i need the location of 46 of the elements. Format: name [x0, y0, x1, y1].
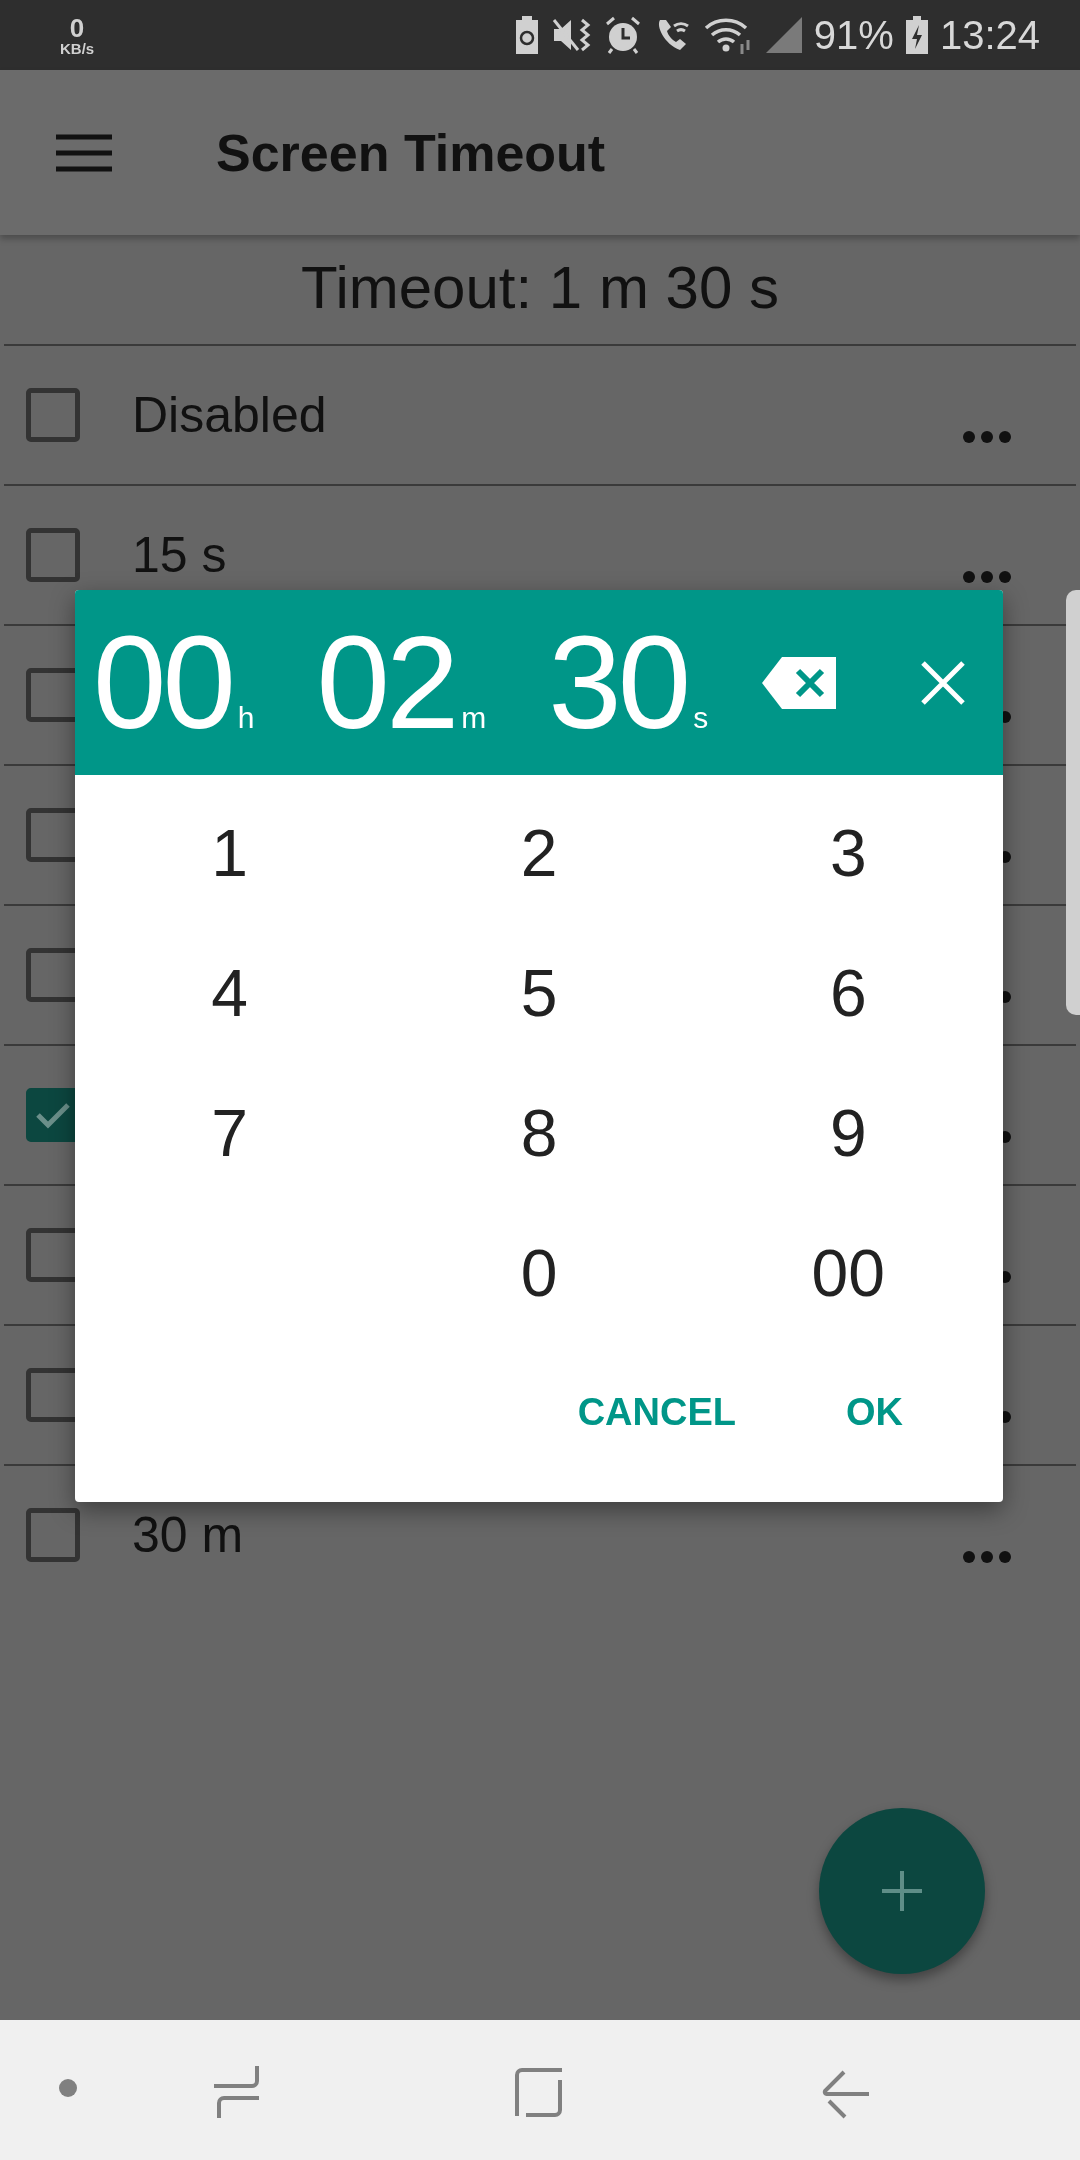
clock: 13:24	[939, 12, 1040, 58]
home-icon[interactable]	[514, 2068, 564, 2118]
checkbox[interactable]	[26, 388, 80, 442]
checkbox[interactable]	[26, 1508, 80, 1562]
recents-icon[interactable]	[214, 2066, 262, 2118]
net-unit: KB/s	[60, 40, 95, 56]
signal-icon	[765, 17, 802, 53]
mute-vibrate-icon	[551, 16, 592, 54]
option-label: Disabled	[132, 386, 327, 444]
time-unit: s	[693, 700, 709, 735]
key-button[interactable]: 6	[693, 923, 1003, 1063]
key-button[interactable]: 3	[693, 783, 1003, 923]
menu-icon[interactable]	[56, 132, 112, 173]
app-title: Screen Timeout	[216, 122, 606, 183]
key-button[interactable]: 8	[384, 1063, 694, 1203]
check-icon	[35, 1101, 71, 1129]
time-unit: m	[461, 700, 487, 735]
option-label: 15 s	[132, 526, 227, 584]
timeout-label: Timeout: 1 m 30 s	[300, 253, 780, 323]
back-icon[interactable]	[820, 2070, 870, 2120]
close-icon[interactable]	[920, 659, 967, 706]
time-unit: h	[237, 700, 255, 735]
net-speed: 0	[69, 14, 85, 41]
more-icon[interactable]	[962, 570, 1012, 584]
scroll-handle[interactable]	[1066, 590, 1080, 1015]
more-icon[interactable]	[962, 430, 1012, 444]
more-icon[interactable]	[962, 1550, 1012, 1564]
alarm-icon	[603, 16, 642, 54]
battery-charging-icon	[905, 16, 928, 54]
key-button[interactable]: 7	[75, 1063, 385, 1203]
battery-percent: 91%	[813, 12, 894, 58]
key-button[interactable]: 4	[75, 923, 385, 1063]
key-button[interactable]: 0	[384, 1203, 694, 1343]
dialog-button[interactable]: CANCEL	[557, 1373, 756, 1452]
backspace-icon[interactable]	[762, 656, 837, 709]
checkbox[interactable]	[26, 528, 80, 582]
option-label: 30 m	[132, 1506, 244, 1564]
dot-icon[interactable]	[58, 2078, 78, 2098]
dialog-button[interactable]: OK	[826, 1373, 923, 1452]
key-button[interactable]: 1	[75, 783, 385, 923]
key-button[interactable]: 2	[384, 783, 694, 923]
key-button[interactable]: 9	[693, 1063, 1003, 1203]
key-button[interactable]: 00	[693, 1203, 1003, 1343]
battery-saver-icon	[513, 16, 540, 54]
key-button[interactable]: 5	[384, 923, 694, 1063]
plus-icon	[880, 1869, 924, 1913]
